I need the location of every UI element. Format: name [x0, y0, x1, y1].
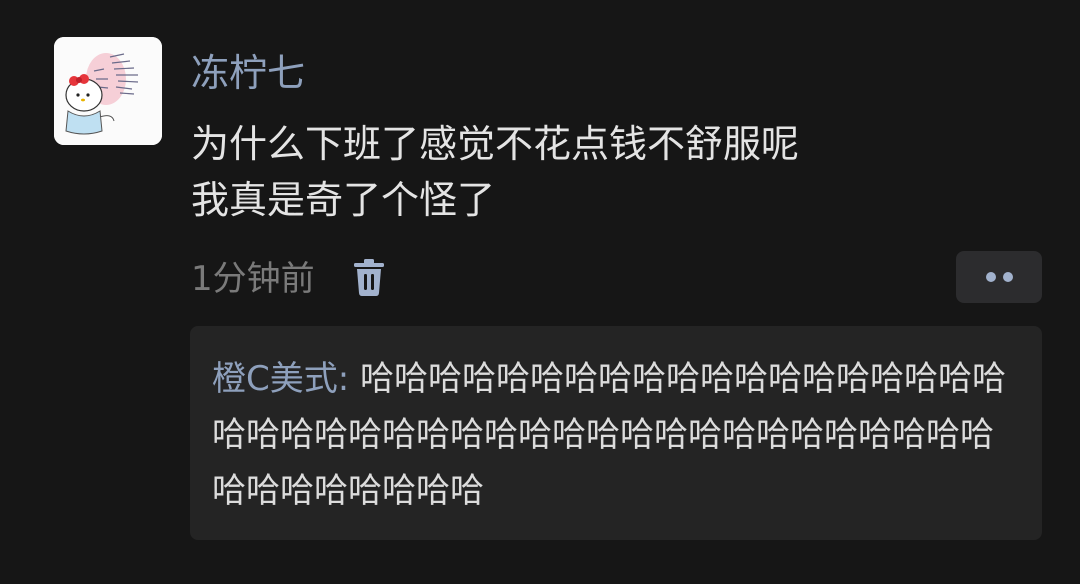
- post-card: 冻柠七 为什么下班了感觉不花点钱不舒服呢 我真是奇了个怪了 1分钟前 橙C美式:…: [0, 0, 1080, 584]
- reply-preview[interactable]: 橙C美式: 哈哈哈哈哈哈哈哈哈哈哈哈哈哈哈哈哈哈哈哈哈哈哈哈哈哈哈哈哈哈哈哈哈哈…: [190, 326, 1042, 540]
- user-avatar[interactable]: [54, 37, 162, 145]
- post-content-line: 为什么下班了感觉不花点钱不舒服呢: [191, 122, 800, 166]
- reply-author-link[interactable]: 橙C美式:: [212, 359, 349, 399]
- username-link[interactable]: 冻柠七: [191, 48, 305, 98]
- avatar-cartoon-icon: [54, 37, 162, 145]
- post-content-line: 我真是奇了个怪了: [191, 178, 496, 222]
- more-options-button[interactable]: [956, 251, 1042, 303]
- trash-icon: [354, 259, 384, 296]
- post-timestamp: 1分钟前: [191, 259, 315, 299]
- more-dots-icon: [1003, 272, 1013, 282]
- delete-button[interactable]: [352, 258, 386, 298]
- post-content: 为什么下班了感觉不花点钱不舒服呢 我真是奇了个怪了: [191, 116, 1031, 228]
- reply-text: 橙C美式: 哈哈哈哈哈哈哈哈哈哈哈哈哈哈哈哈哈哈哈哈哈哈哈哈哈哈哈哈哈哈哈哈哈哈…: [212, 351, 1024, 519]
- more-dots-icon: [986, 272, 996, 282]
